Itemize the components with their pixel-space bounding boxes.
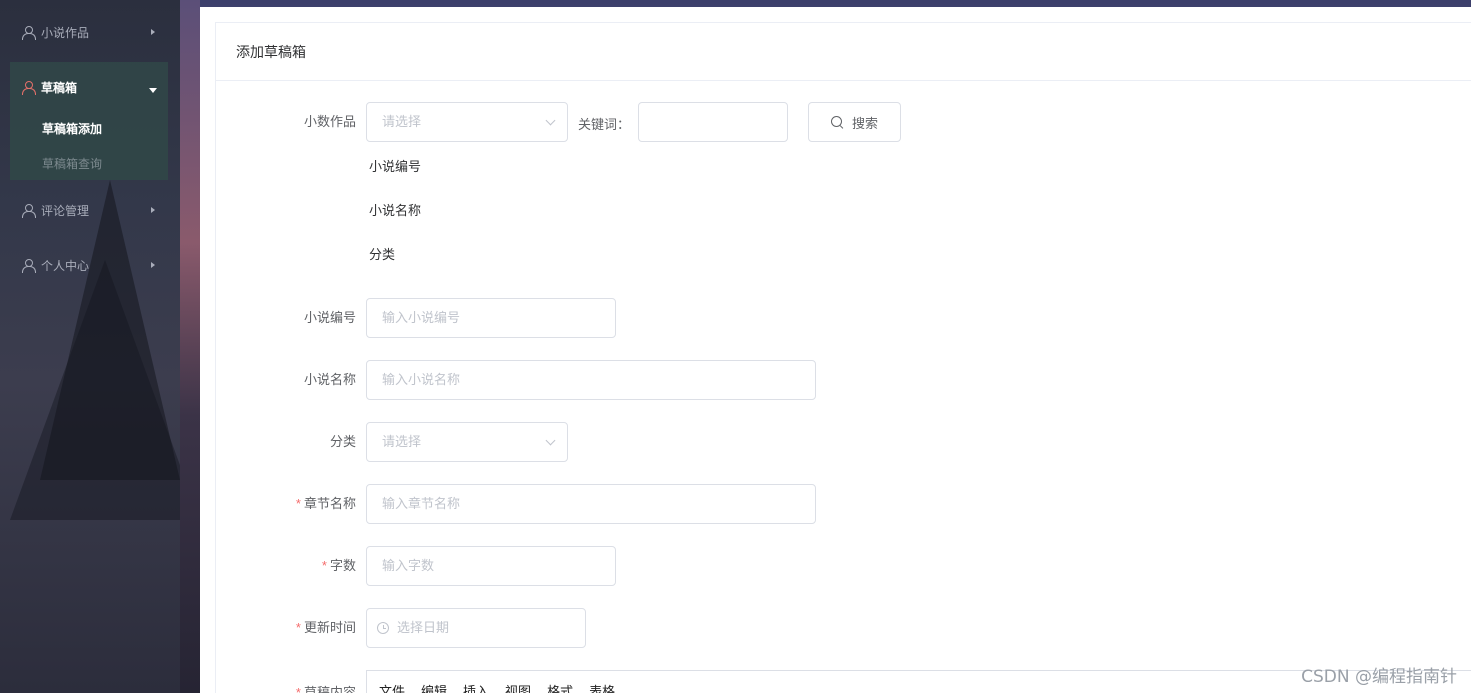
- sidebar-item-drafts[interactable]: 草稿箱: [10, 68, 168, 106]
- sidebar-item-novels[interactable]: 小说作品: [0, 12, 180, 52]
- novel-select-placeholder: 请选择: [382, 114, 422, 129]
- sidebar-item-label: 个人中心: [41, 258, 90, 273]
- form-panel: 添加草稿箱 小数作品 请选择 关键词： 搜索 小说编号 小说名称 分类 小说编号…: [215, 22, 1471, 693]
- editor-menu-file[interactable]: 文件: [379, 681, 405, 693]
- sidebar-item-label: 小说作品: [41, 25, 90, 40]
- watermark: CSDN @编程指南针: [1301, 667, 1457, 687]
- chevron-down-icon: [545, 435, 556, 446]
- chapter-name-input[interactable]: 输入章节名称: [366, 484, 816, 524]
- sidebar-group-drafts: 草稿箱 草稿箱添加 草稿箱查询: [10, 62, 168, 180]
- keyword-label: 关键词：: [578, 117, 631, 132]
- category-select-placeholder: 请选择: [382, 434, 422, 449]
- editor-menu-table[interactable]: 表格: [589, 681, 615, 693]
- novel-select[interactable]: 请选择: [366, 102, 568, 142]
- word-count-input[interactable]: 输入字数: [366, 546, 616, 586]
- user-icon: [22, 204, 36, 218]
- sidebar-item-profile[interactable]: 个人中心: [0, 245, 180, 285]
- novel-name-label: 小说名称: [303, 372, 356, 387]
- required-asterisk: *: [295, 620, 301, 635]
- required-asterisk: *: [295, 496, 301, 511]
- editor-menu-edit[interactable]: 编辑: [421, 681, 447, 693]
- search-button[interactable]: 搜索: [808, 102, 901, 142]
- novel-no-label: 小说编号: [303, 310, 356, 325]
- user-icon: [22, 26, 36, 40]
- sidebar-item-label: 草稿箱: [41, 80, 78, 95]
- info-novel-name: 小说名称: [369, 203, 422, 218]
- editor-menu-view[interactable]: 视图: [505, 681, 531, 693]
- chevron-down-icon: [149, 88, 157, 93]
- user-icon: [22, 81, 36, 95]
- sidebar-item-comments[interactable]: 评论管理: [0, 190, 180, 230]
- required-asterisk: *: [295, 685, 301, 693]
- required-asterisk: *: [321, 558, 327, 573]
- sidebar-subitem-add-draft[interactable]: 草稿箱添加: [42, 120, 102, 137]
- clock-icon: [377, 622, 389, 634]
- info-novel-no: 小说编号: [369, 159, 422, 174]
- background-strip: [180, 0, 200, 693]
- update-time-picker[interactable]: 选择日期: [366, 608, 586, 648]
- search-button-label: 搜索: [851, 115, 878, 131]
- sidebar-item-label: 评论管理: [41, 203, 90, 218]
- chevron-down-icon: [545, 115, 556, 126]
- chevron-right-icon: [151, 29, 155, 35]
- editor-menu-insert[interactable]: 插入: [463, 681, 489, 693]
- content-label: * 草稿内容: [216, 673, 356, 693]
- update-time-placeholder: 选择日期: [397, 620, 450, 635]
- novel-no-input[interactable]: 输入小说编号: [366, 298, 616, 338]
- novel-select-label: 小数作品: [303, 114, 356, 129]
- chevron-right-icon: [151, 207, 155, 213]
- sidebar: 小说作品 草稿箱 草稿箱添加 草稿箱查询 评论管理 个人中心: [0, 0, 180, 693]
- search-icon: [830, 116, 843, 128]
- novel-name-input[interactable]: 输入小说名称: [366, 360, 816, 400]
- editor-menu-format[interactable]: 格式: [547, 681, 573, 693]
- page-title: 添加草稿箱: [216, 23, 1471, 81]
- keyword-input[interactable]: [638, 102, 788, 142]
- user-icon: [22, 259, 36, 273]
- word-count-label: * 字数: [321, 558, 356, 573]
- main-card: 添加草稿箱 小数作品 请选择 关键词： 搜索 小说编号 小说名称 分类 小说编号…: [200, 7, 1471, 693]
- chevron-right-icon: [151, 262, 155, 268]
- background-tree-shape: [10, 260, 180, 520]
- update-time-label: * 更新时间: [295, 620, 356, 635]
- category-select[interactable]: 请选择: [366, 422, 568, 462]
- info-category: 分类: [369, 247, 396, 262]
- sidebar-subitem-query-draft[interactable]: 草稿箱查询: [42, 155, 102, 172]
- chapter-name-label: * 章节名称: [295, 496, 356, 511]
- category-label: 分类: [329, 434, 356, 449]
